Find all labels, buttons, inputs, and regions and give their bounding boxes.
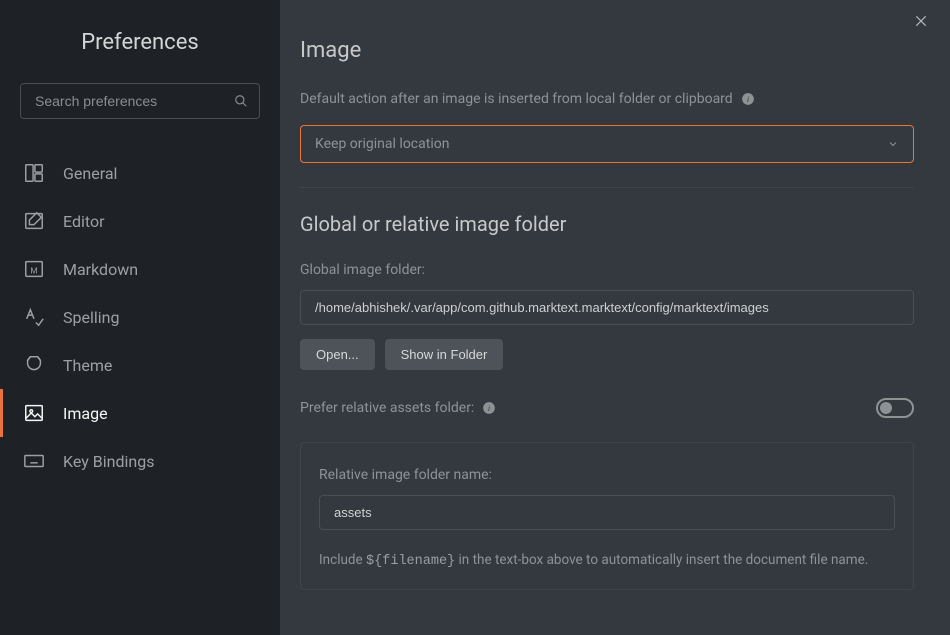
relative-folder-input[interactable]: [319, 495, 895, 530]
hint-prefix: Include: [319, 552, 366, 568]
select-value: Keep original location: [315, 136, 449, 152]
sidebar-item-label: Spelling: [63, 308, 119, 327]
keyboard-icon: [23, 450, 45, 472]
sidebar-item-general[interactable]: General: [0, 149, 280, 197]
global-folder-input[interactable]: [300, 290, 914, 325]
sidebar-item-label: Markdown: [63, 260, 138, 279]
svg-text:M: M: [30, 267, 37, 277]
sidebar-item-spelling[interactable]: Spelling: [0, 293, 280, 341]
sidebar-item-label: Theme: [63, 356, 112, 375]
default-action-description: Default action after an image is inserte…: [300, 91, 914, 107]
relative-folder-card: Relative image folder name: Include ${fi…: [300, 442, 914, 590]
close-button[interactable]: [914, 14, 928, 28]
preferences-title: Preferences: [0, 30, 280, 55]
hint-code: ${filename}: [366, 554, 455, 569]
image-icon: [23, 402, 45, 424]
divider: [300, 187, 914, 188]
chevron-down-icon: [887, 138, 899, 150]
sidebar-item-label: General: [63, 164, 117, 183]
prefer-relative-label: Prefer relative assets folder:: [300, 400, 474, 416]
markdown-icon: M: [23, 258, 45, 280]
prefer-relative-toggle[interactable]: [876, 398, 914, 418]
main-content: Image Default action after an image is i…: [280, 0, 950, 635]
info-icon[interactable]: i: [482, 401, 496, 415]
relative-folder-label: Relative image folder name:: [319, 467, 895, 483]
info-icon[interactable]: i: [741, 92, 755, 106]
sidebar-item-theme[interactable]: Theme: [0, 341, 280, 389]
general-icon: [23, 162, 45, 184]
relative-folder-hint: Include ${filename} in the text-box abov…: [319, 552, 895, 569]
hint-suffix: in the text-box above to automatically i…: [455, 552, 868, 568]
editor-icon: [23, 210, 45, 232]
sidebar: Preferences General Editor M Markdown Sp…: [0, 0, 280, 635]
global-folder-label: Global image folder:: [300, 262, 914, 278]
search-box: [20, 83, 260, 119]
sidebar-item-keybindings[interactable]: Key Bindings: [0, 437, 280, 485]
open-button[interactable]: Open...: [300, 339, 375, 370]
show-in-folder-button[interactable]: Show in Folder: [385, 339, 504, 370]
sidebar-item-markdown[interactable]: M Markdown: [0, 245, 280, 293]
sidebar-item-image[interactable]: Image: [0, 389, 280, 437]
sidebar-item-label: Editor: [63, 212, 104, 231]
search-input[interactable]: [20, 83, 260, 119]
default-action-text: Default action after an image is inserte…: [300, 91, 733, 107]
theme-icon: [23, 354, 45, 376]
page-title: Image: [300, 38, 914, 63]
spelling-icon: [23, 306, 45, 328]
sidebar-item-label: Key Bindings: [63, 452, 154, 471]
toggle-knob: [880, 402, 892, 414]
section-title: Global or relative image folder: [300, 212, 914, 236]
sidebar-item-label: Image: [63, 404, 108, 423]
sidebar-item-editor[interactable]: Editor: [0, 197, 280, 245]
default-action-select[interactable]: Keep original location: [300, 125, 914, 163]
